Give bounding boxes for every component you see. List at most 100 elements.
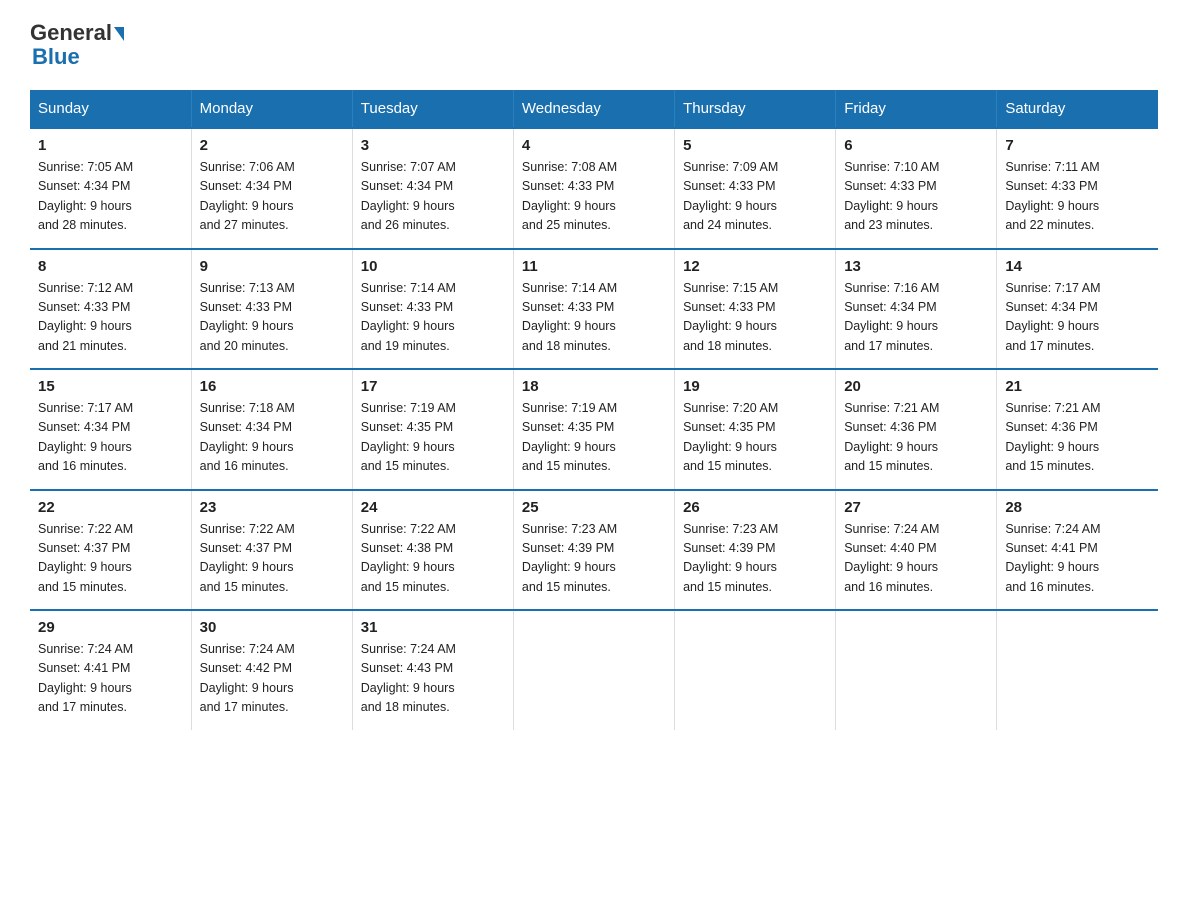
day-number: 6 [844,137,988,154]
day-cell: 24 Sunrise: 7:22 AM Sunset: 4:38 PM Dayli… [352,490,513,611]
day-info: Sunrise: 7:09 AM Sunset: 4:33 PM Dayligh… [683,158,827,236]
day-info: Sunrise: 7:15 AM Sunset: 4:33 PM Dayligh… [683,279,827,357]
day-cell: 22Sunrise: 7:22 AM Sunset: 4:37 PM Dayli… [30,490,191,611]
day-info: Sunrise: 7:12 AM Sunset: 4:33 PM Dayligh… [38,279,183,357]
day-number: 26 [683,499,827,516]
day-info: Sunrise: 7:23 AM Sunset: 4:39 PM Dayligh… [683,520,827,598]
day-cell: 12 Sunrise: 7:15 AM Sunset: 4:33 PM Dayli… [675,249,836,370]
day-number: 24 [361,499,505,516]
day-number: 21 [1005,378,1150,395]
day-number: 3 [361,137,505,154]
day-cell: 27 Sunrise: 7:24 AM Sunset: 4:40 PM Dayli… [836,490,997,611]
day-number: 27 [844,499,988,516]
day-number: 8 [38,258,183,275]
day-number: 13 [844,258,988,275]
day-cell: 28 Sunrise: 7:24 AM Sunset: 4:41 PM Dayli… [997,490,1158,611]
day-info: Sunrise: 7:16 AM Sunset: 4:34 PM Dayligh… [844,279,988,357]
day-cell: 29Sunrise: 7:24 AM Sunset: 4:41 PM Dayli… [30,610,191,730]
day-number: 11 [522,258,666,275]
day-number: 10 [361,258,505,275]
day-info: Sunrise: 7:18 AM Sunset: 4:34 PM Dayligh… [200,399,344,477]
logo-blue-text: Blue [30,44,80,70]
day-info: Sunrise: 7:17 AM Sunset: 4:34 PM Dayligh… [38,399,183,477]
day-cell: 18Sunrise: 7:19 AM Sunset: 4:35 PM Dayli… [513,369,674,490]
day-cell: 8 Sunrise: 7:12 AM Sunset: 4:33 PM Daylig… [30,249,191,370]
day-cell [675,610,836,730]
day-number: 1 [38,137,183,154]
header-wednesday: Wednesday [513,90,674,128]
day-cell: 31 Sunrise: 7:24 AM Sunset: 4:43 PM Dayli… [352,610,513,730]
day-number: 12 [683,258,827,275]
day-cell: 20 Sunrise: 7:21 AM Sunset: 4:36 PM Dayli… [836,369,997,490]
day-number: 15 [38,378,183,395]
day-cell: 4 Sunrise: 7:08 AM Sunset: 4:33 PM Daylig… [513,128,674,249]
day-number: 7 [1005,137,1150,154]
day-cell: 7 Sunrise: 7:11 AM Sunset: 4:33 PM Daylig… [997,128,1158,249]
day-cell: 3 Sunrise: 7:07 AM Sunset: 4:34 PM Daylig… [352,128,513,249]
day-cell: 6 Sunrise: 7:10 AM Sunset: 4:33 PM Daylig… [836,128,997,249]
day-cell: 17 Sunrise: 7:19 AM Sunset: 4:35 PM Dayli… [352,369,513,490]
calendar-header-row: SundayMondayTuesdayWednesdayThursdayFrid… [30,90,1158,128]
day-info: Sunrise: 7:11 AM Sunset: 4:33 PM Dayligh… [1005,158,1150,236]
day-number: 17 [361,378,505,395]
week-row-3: 15 Sunrise: 7:17 AM Sunset: 4:34 PM Dayli… [30,369,1158,490]
day-number: 2 [200,137,344,154]
day-number: 18 [522,378,666,395]
day-info: Sunrise: 7:14 AM Sunset: 4:33 PM Dayligh… [361,279,505,357]
day-cell: 14 Sunrise: 7:17 AM Sunset: 4:34 PM Dayli… [997,249,1158,370]
day-info: Sunrise: 7:24 AM Sunset: 4:41 PM Dayligh… [38,640,183,718]
day-info: Sunrise: 7:08 AM Sunset: 4:33 PM Dayligh… [522,158,666,236]
week-row-4: 22 Sunrise: 7:22 AM Sunset: 4:37 PM Dayli… [30,490,1158,611]
day-info: Sunrise: 7:24 AM Sunset: 4:40 PM Dayligh… [844,520,988,598]
day-cell: 16 Sunrise: 7:18 AM Sunset: 4:34 PM Dayli… [191,369,352,490]
header-tuesday: Tuesday [352,90,513,128]
day-cell: 10 Sunrise: 7:14 AM Sunset: 4:33 PM Dayli… [352,249,513,370]
day-number: 19 [683,378,827,395]
day-cell: 23Sunrise: 7:22 AM Sunset: 4:37 PM Dayli… [191,490,352,611]
day-info: Sunrise: 7:13 AM Sunset: 4:33 PM Dayligh… [200,279,344,357]
day-cell [513,610,674,730]
day-number: 4 [522,137,666,154]
day-number: 31 [361,619,505,636]
day-number: 28 [1005,499,1150,516]
day-number: 20 [844,378,988,395]
header-thursday: Thursday [675,90,836,128]
day-info: Sunrise: 7:07 AM Sunset: 4:34 PM Dayligh… [361,158,505,236]
day-cell: 11Sunrise: 7:14 AM Sunset: 4:33 PM Dayli… [513,249,674,370]
day-cell: 2Sunrise: 7:06 AM Sunset: 4:34 PM Daylig… [191,128,352,249]
day-info: Sunrise: 7:22 AM Sunset: 4:37 PM Dayligh… [200,520,344,598]
day-cell: 26 Sunrise: 7:23 AM Sunset: 4:39 PM Dayli… [675,490,836,611]
day-number: 25 [522,499,666,516]
header-friday: Friday [836,90,997,128]
logo-arrow-icon [114,27,124,41]
day-cell: 9 Sunrise: 7:13 AM Sunset: 4:33 PM Daylig… [191,249,352,370]
calendar-table: SundayMondayTuesdayWednesdayThursdayFrid… [30,90,1158,730]
day-info: Sunrise: 7:19 AM Sunset: 4:35 PM Dayligh… [361,399,505,477]
week-row-2: 8 Sunrise: 7:12 AM Sunset: 4:33 PM Daylig… [30,249,1158,370]
day-cell: 19 Sunrise: 7:20 AM Sunset: 4:35 PM Dayli… [675,369,836,490]
day-number: 22 [38,499,183,516]
day-cell: 21 Sunrise: 7:21 AM Sunset: 4:36 PM Dayli… [997,369,1158,490]
day-info: Sunrise: 7:23 AM Sunset: 4:39 PM Dayligh… [522,520,666,598]
day-cell [997,610,1158,730]
day-info: Sunrise: 7:24 AM Sunset: 4:41 PM Dayligh… [1005,520,1150,598]
day-info: Sunrise: 7:10 AM Sunset: 4:33 PM Dayligh… [844,158,988,236]
day-info: Sunrise: 7:24 AM Sunset: 4:42 PM Dayligh… [200,640,344,718]
day-cell: 1Sunrise: 7:05 AM Sunset: 4:34 PM Daylig… [30,128,191,249]
header-monday: Monday [191,90,352,128]
header-saturday: Saturday [997,90,1158,128]
day-info: Sunrise: 7:21 AM Sunset: 4:36 PM Dayligh… [844,399,988,477]
day-info: Sunrise: 7:24 AM Sunset: 4:43 PM Dayligh… [361,640,505,718]
day-number: 9 [200,258,344,275]
day-info: Sunrise: 7:20 AM Sunset: 4:35 PM Dayligh… [683,399,827,477]
day-number: 30 [200,619,344,636]
day-info: Sunrise: 7:21 AM Sunset: 4:36 PM Dayligh… [1005,399,1150,477]
day-cell: 13 Sunrise: 7:16 AM Sunset: 4:34 PM Dayli… [836,249,997,370]
day-number: 14 [1005,258,1150,275]
day-info: Sunrise: 7:22 AM Sunset: 4:38 PM Dayligh… [361,520,505,598]
day-number: 16 [200,378,344,395]
day-cell [836,610,997,730]
week-row-1: 1Sunrise: 7:05 AM Sunset: 4:34 PM Daylig… [30,128,1158,249]
header-sunday: Sunday [30,90,191,128]
day-info: Sunrise: 7:17 AM Sunset: 4:34 PM Dayligh… [1005,279,1150,357]
